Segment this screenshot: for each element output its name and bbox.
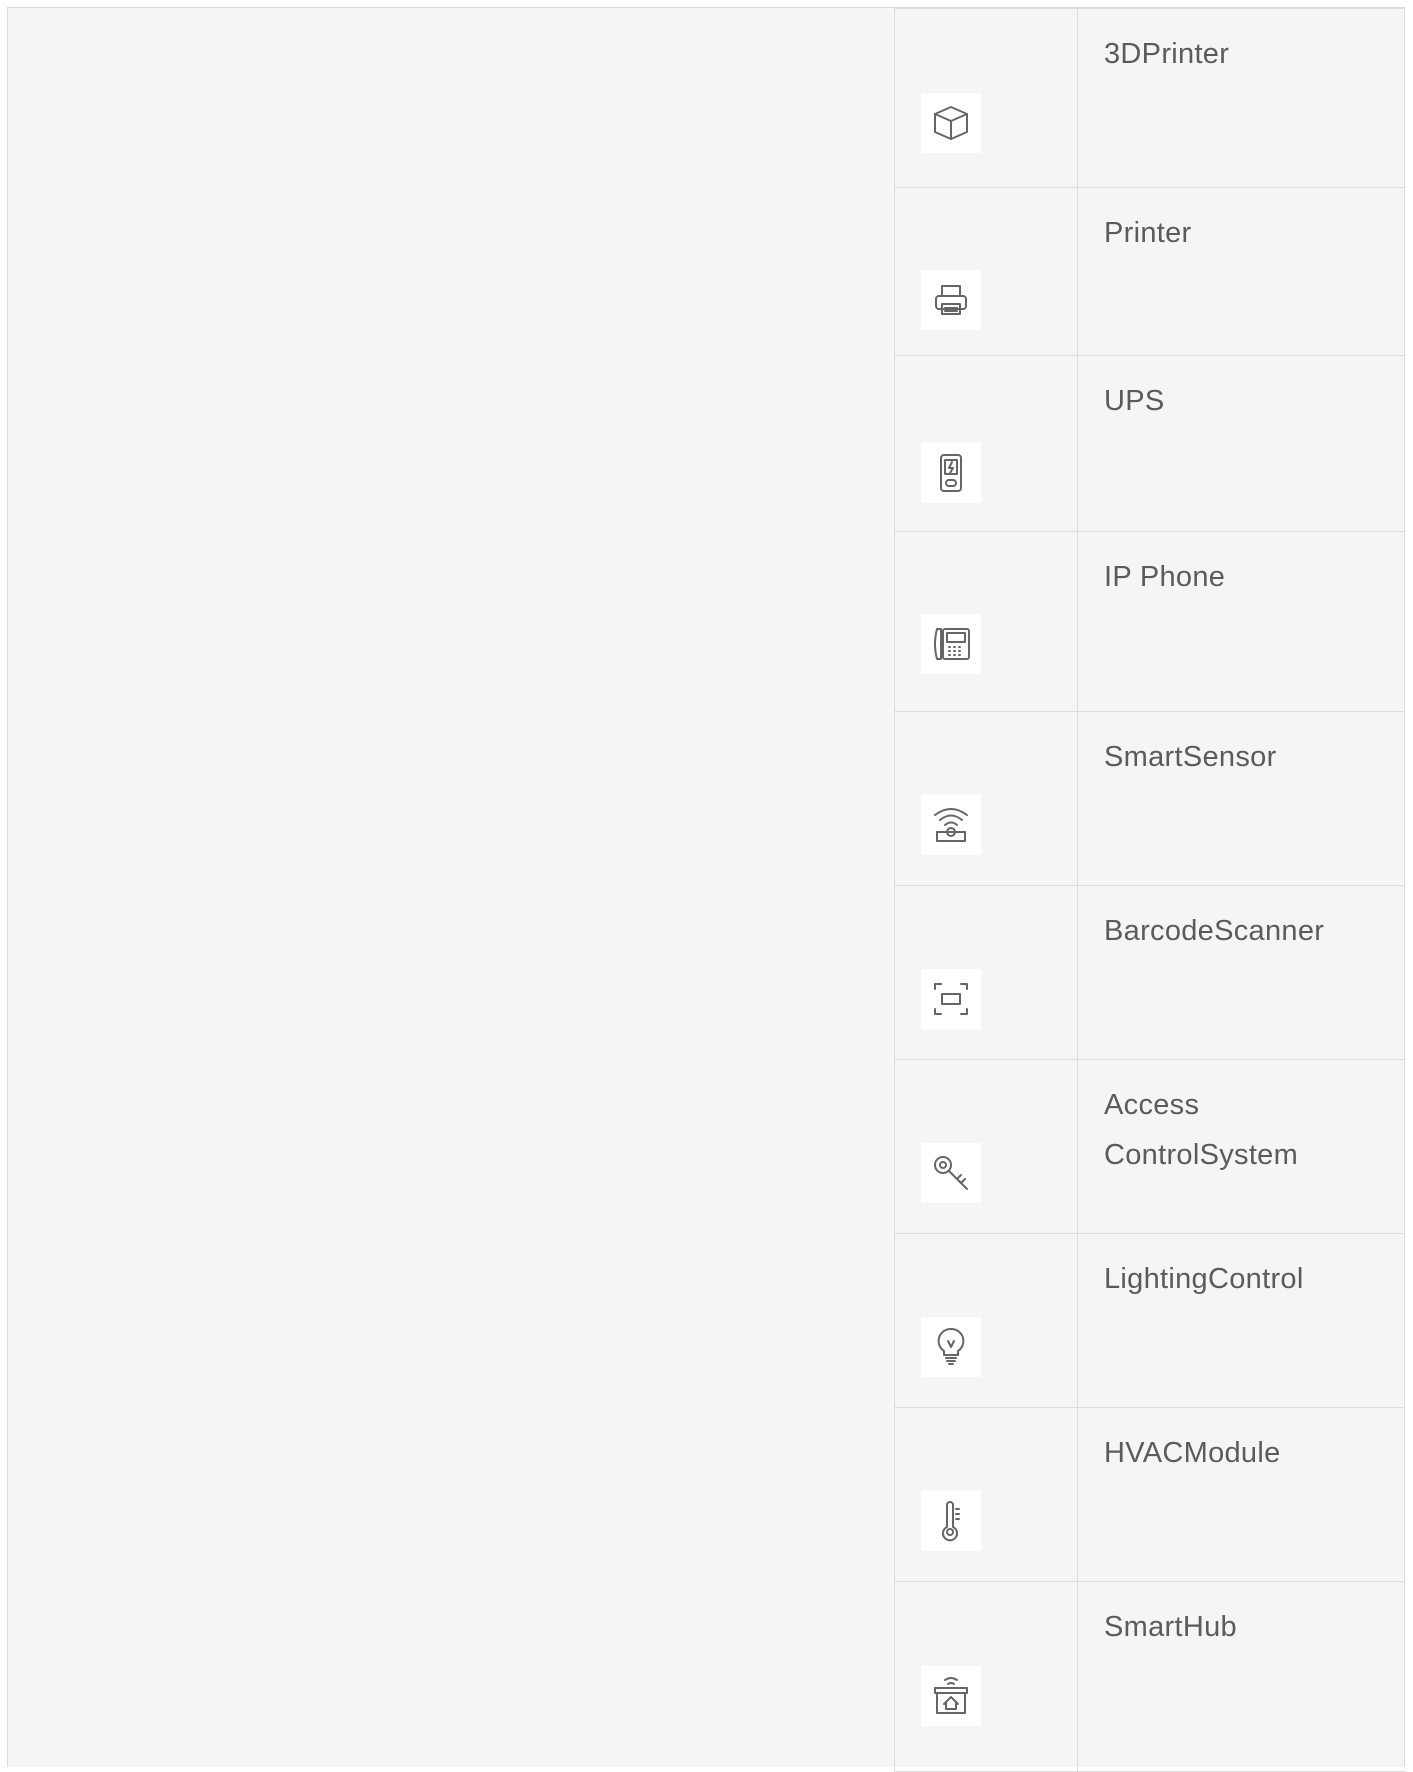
table-row: SmartHub [894, 1581, 1405, 1772]
ups-battery-icon [921, 443, 981, 503]
device-label: Printer [1077, 187, 1405, 356]
device-label: LightingControl [1077, 1233, 1405, 1408]
icon-cell [894, 1407, 1078, 1582]
device-label: Access ControlSystem [1077, 1059, 1405, 1234]
table-row: LightingControl [894, 1233, 1405, 1408]
table-row: HVACModule [894, 1407, 1405, 1582]
device-label: BarcodeScanner [1077, 885, 1405, 1060]
icon-cell [894, 885, 1078, 1060]
table-row: Printer [894, 187, 1405, 356]
desk-phone-icon [921, 614, 981, 674]
table-row: Access ControlSystem [894, 1059, 1405, 1234]
icon-cell [894, 187, 1078, 356]
key-icon [921, 1143, 981, 1203]
device-type-table: 3DPrinter Printer UPS IP Phone SmartSens… [894, 8, 1405, 1772]
table-row: 3DPrinter [894, 8, 1405, 188]
table-row: BarcodeScanner [894, 885, 1405, 1060]
icon-cell [894, 8, 1078, 188]
device-label: 3DPrinter [1077, 8, 1405, 188]
icon-cell [894, 1059, 1078, 1234]
device-label: SmartSensor [1077, 711, 1405, 886]
device-label: SmartHub [1077, 1581, 1405, 1772]
icon-cell [894, 531, 1078, 712]
thermometer-icon [921, 1491, 981, 1551]
device-label: IP Phone [1077, 531, 1405, 712]
icon-cell [894, 355, 1078, 532]
icon-cell [894, 1233, 1078, 1408]
table-row: UPS [894, 355, 1405, 532]
cube-icon [921, 93, 981, 153]
icon-cell [894, 1581, 1078, 1772]
scan-frame-icon [921, 969, 981, 1029]
device-label: HVACModule [1077, 1407, 1405, 1582]
device-label: UPS [1077, 355, 1405, 532]
light-bulb-icon [921, 1317, 981, 1377]
table-row: IP Phone [894, 531, 1405, 712]
wireless-sensor-icon [921, 795, 981, 855]
icon-cell [894, 711, 1078, 886]
smart-home-hub-icon [921, 1666, 981, 1726]
printer-icon [921, 270, 981, 330]
table-row: SmartSensor [894, 711, 1405, 886]
